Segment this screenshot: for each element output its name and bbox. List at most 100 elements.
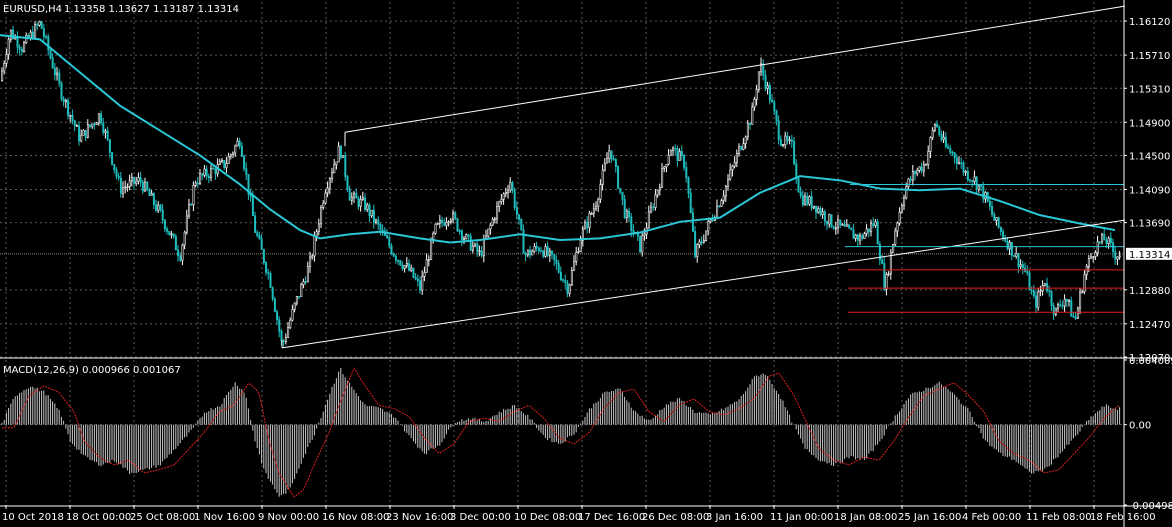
candle-body [663, 166, 666, 169]
candle-body [544, 246, 547, 257]
candle-body [326, 187, 329, 194]
candle-body [309, 256, 312, 267]
candle-body [916, 170, 919, 175]
candle-body [7, 38, 10, 55]
candle-body [471, 245, 474, 251]
candle-body [658, 187, 661, 191]
candle-body [447, 221, 450, 223]
candle-body [907, 178, 910, 187]
candle-body [344, 155, 347, 177]
candle-body [95, 122, 98, 125]
candle-body [1037, 291, 1040, 308]
candle-body [240, 145, 243, 157]
candle-body [925, 164, 928, 166]
candle-body [535, 245, 538, 249]
candle-body [317, 223, 320, 232]
time-tick-label: 11 Feb 08:00 [1026, 512, 1092, 523]
candle-body [694, 230, 697, 257]
trading-chart[interactable]: 1.16120 1.15710 1.15310 1.14900 1.14500 1.140… [0, 0, 1172, 527]
candle-body [414, 277, 417, 280]
candle-body [295, 296, 298, 304]
candle-body [9, 29, 12, 40]
candle-body [342, 155, 345, 158]
candle-body [702, 240, 705, 243]
candle-body [522, 229, 525, 254]
candle-body [390, 245, 393, 254]
candle-body [432, 232, 435, 240]
candle-body [133, 176, 136, 184]
candle-body [718, 205, 721, 208]
candle-body [416, 278, 419, 281]
candle-body [115, 169, 118, 177]
candle-body [1017, 253, 1020, 267]
candle-body [80, 134, 83, 142]
candle-body [163, 219, 166, 230]
candle-body [47, 36, 50, 51]
candle-body [1061, 305, 1064, 308]
candle-body [113, 163, 116, 170]
candle-body [157, 204, 160, 211]
candle-body [251, 196, 254, 217]
candle-body [207, 175, 210, 178]
candle-body [993, 214, 996, 221]
candle-body [89, 124, 92, 127]
candle-body [82, 129, 85, 136]
candle-body [639, 235, 642, 253]
candle-body [1076, 307, 1079, 319]
candle-body [135, 180, 138, 184]
candle-body [850, 227, 853, 231]
candle-body [311, 255, 314, 258]
candle-body [971, 180, 974, 182]
candle-body [643, 233, 646, 237]
symbol-label: EURUSD,H4 [3, 4, 62, 15]
candle-body [903, 197, 906, 206]
candle-body [117, 175, 120, 179]
candle-body [575, 252, 578, 262]
candle-body [298, 296, 301, 298]
candle-body [196, 182, 199, 185]
time-tick-label: 18 Feb 16:00 [1090, 512, 1156, 523]
ohlc-label: 1.13358 1.13627 1.13187 1.13314 [64, 4, 239, 15]
candle-body [194, 182, 197, 186]
candle-body [170, 233, 173, 236]
candle-body [1118, 255, 1121, 258]
candle-body [854, 234, 857, 239]
time-tick-label: 10 Dec 08:00 [514, 512, 581, 523]
candle-body [707, 221, 710, 232]
candle-body [980, 185, 983, 187]
candle-body [579, 239, 582, 252]
candle-body [291, 309, 294, 321]
candle-body [212, 167, 215, 170]
candle-body [683, 155, 686, 168]
candle-body [1090, 256, 1093, 259]
candle-body [335, 161, 338, 165]
candle-body [84, 129, 87, 138]
candle-body [234, 145, 237, 154]
candle-body [810, 196, 813, 209]
candle-body [623, 199, 626, 219]
candle-body [872, 223, 875, 226]
candle-body [1057, 304, 1060, 309]
candle-body [881, 259, 884, 264]
candle-body [625, 210, 628, 219]
candle-body [306, 266, 309, 283]
time-tick-label: 3 Dec 00:00 [450, 512, 511, 523]
candle-body [130, 176, 133, 182]
candle-body [665, 164, 668, 168]
candle-body [179, 255, 182, 261]
candle-body [812, 205, 815, 209]
macd-tick-label: -0.00498 [1129, 501, 1172, 512]
candle-body [848, 224, 851, 229]
candle-body [852, 229, 855, 239]
candle-body [465, 234, 468, 239]
candle-body [782, 144, 785, 146]
candle-body [1039, 290, 1042, 293]
candle-body [168, 231, 171, 236]
candle-body [1068, 300, 1071, 302]
candle-body [300, 284, 303, 297]
candle-body [698, 241, 701, 246]
candle-body [766, 85, 769, 89]
candle-body [71, 114, 74, 121]
candle-body [137, 177, 140, 182]
candle-body [355, 192, 358, 199]
